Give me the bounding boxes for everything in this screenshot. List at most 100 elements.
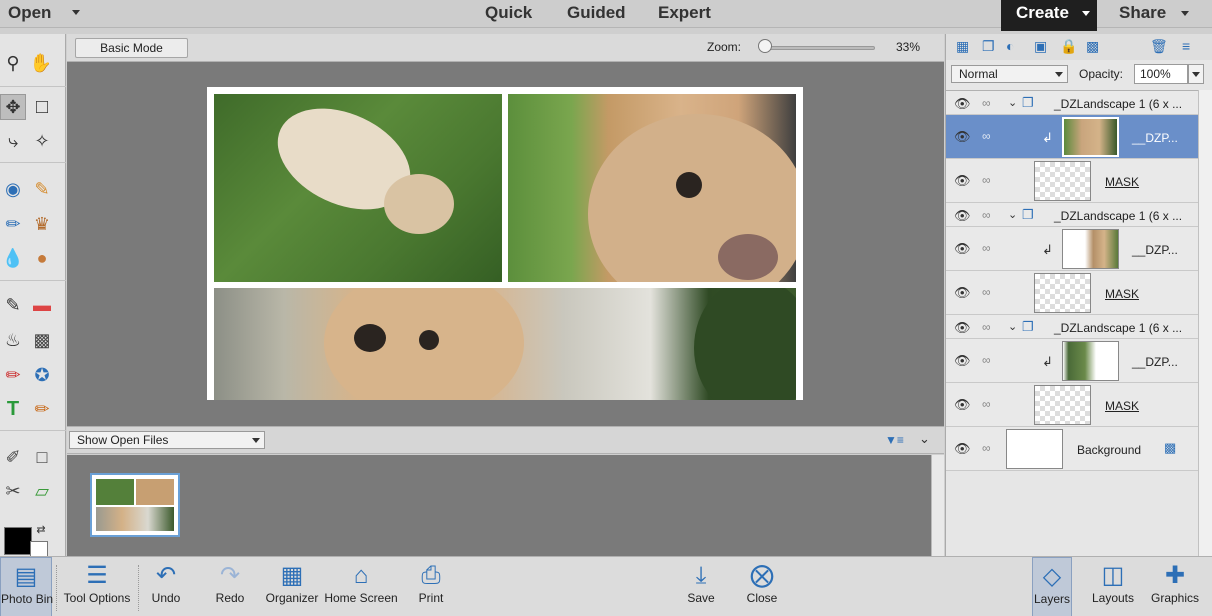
- basic-mode-button[interactable]: Basic Mode: [75, 38, 188, 58]
- save-button[interactable]: ⤓ Save: [680, 557, 722, 616]
- layer-group-row[interactable]: 👁 ∞ ⌄ ❐ _DZLandscape 1 (6 x ...: [946, 91, 1198, 115]
- layer-row[interactable]: 👁 ∞ ↲ __DZP...: [946, 227, 1198, 271]
- content-aware-move-tool-icon[interactable]: ✂: [0, 478, 26, 504]
- zoom-slider-track[interactable]: [763, 46, 875, 50]
- link-icon[interactable]: ∞: [982, 441, 991, 455]
- move-tool-icon[interactable]: ✥: [0, 94, 26, 120]
- red-eye-tool-icon[interactable]: ◉: [0, 176, 26, 202]
- blur-tool-icon[interactable]: 💧: [0, 245, 26, 271]
- document-canvas[interactable]: [207, 87, 803, 400]
- chevron-down-icon[interactable]: ⌄: [1008, 208, 1017, 221]
- canvas-area[interactable]: [67, 62, 944, 426]
- mode-expert[interactable]: Expert: [658, 3, 711, 23]
- zoom-tool-icon[interactable]: ⚲: [0, 50, 26, 76]
- crop-tool-icon[interactable]: ✐: [0, 444, 26, 470]
- paint-bucket-tool-icon[interactable]: ♨: [0, 327, 26, 353]
- add-mask-icon[interactable]: ▣: [1034, 38, 1047, 55]
- photo-dog-by-window[interactable]: [214, 288, 796, 400]
- smart-brush-tool-icon[interactable]: ✏: [0, 211, 26, 237]
- pencil-tool-icon[interactable]: ✏: [29, 396, 55, 422]
- custom-shape-tool-icon[interactable]: ✪: [29, 362, 55, 388]
- share-menu[interactable]: Share: [1119, 3, 1166, 23]
- link-icon[interactable]: ∞: [982, 241, 991, 255]
- mode-quick[interactable]: Quick: [485, 3, 532, 23]
- visibility-eye-icon[interactable]: 👁: [954, 441, 971, 457]
- photo-dog-closeup[interactable]: [508, 94, 796, 282]
- visibility-eye-icon[interactable]: 👁: [954, 241, 971, 257]
- link-icon[interactable]: ∞: [982, 208, 991, 222]
- foreground-color-swatch[interactable]: [4, 527, 32, 555]
- mode-guided[interactable]: Guided: [567, 3, 626, 23]
- photo-dog-rolling-in-grass[interactable]: [214, 94, 502, 282]
- visibility-eye-icon[interactable]: 👁: [954, 285, 971, 301]
- layouts-button[interactable]: ◫ Layouts: [1088, 557, 1138, 616]
- photo-bin-button[interactable]: ▤ Photo Bin: [0, 557, 53, 616]
- layers-scrollbar[interactable]: [1198, 90, 1212, 556]
- share-caret-icon[interactable]: [1181, 11, 1189, 16]
- link-icon[interactable]: ∞: [982, 96, 991, 110]
- gradient-tool-icon[interactable]: ▩: [29, 327, 55, 353]
- adjustment-layer-icon[interactable]: ◐: [1006, 38, 1014, 54]
- chevron-down-icon[interactable]: ⌄: [1008, 320, 1017, 333]
- link-icon[interactable]: ∞: [982, 285, 991, 299]
- opacity-input[interactable]: 100%: [1134, 64, 1188, 84]
- layer-group-row[interactable]: 👁 ∞ ⌄ ❐ _DZLandscape 1 (6 x ...: [946, 203, 1198, 227]
- recompose-tool-icon[interactable]: □: [29, 444, 55, 470]
- layer-row-background[interactable]: 👁 ∞ Background ▩: [946, 427, 1198, 471]
- blend-mode-dropdown[interactable]: Normal: [951, 65, 1068, 83]
- layers-panel-menu-icon[interactable]: ≡: [1182, 38, 1190, 54]
- create-button[interactable]: Create: [1001, 0, 1097, 31]
- lock-all-icon[interactable]: 🔒: [1060, 38, 1077, 55]
- layers-button[interactable]: ◇ Layers: [1032, 557, 1072, 616]
- show-open-files-dropdown[interactable]: Show Open Files: [69, 431, 265, 449]
- healing-brush-tool-icon[interactable]: ✎: [29, 176, 55, 202]
- open-file-thumbnail[interactable]: [90, 473, 180, 537]
- link-icon[interactable]: ∞: [982, 397, 991, 411]
- undo-button[interactable]: ↶ Undo: [146, 557, 186, 616]
- layer-row[interactable]: 👁 ∞ ↲ __DZP...: [946, 339, 1198, 383]
- photo-bin-scrollbar[interactable]: [931, 455, 944, 556]
- swap-colors-icon[interactable]: ⇄: [34, 522, 48, 536]
- link-icon[interactable]: ∞: [982, 320, 991, 334]
- print-button[interactable]: ⎙ Print: [410, 557, 452, 616]
- new-layer-icon[interactable]: ▦: [956, 38, 969, 55]
- graphics-button[interactable]: ✚ Graphics: [1148, 557, 1202, 616]
- visibility-eye-icon[interactable]: 👁: [954, 129, 971, 145]
- sponge-tool-icon[interactable]: ●: [29, 245, 55, 271]
- layer-row[interactable]: 👁 ∞ MASK: [946, 159, 1198, 203]
- eraser-tool-icon[interactable]: ▬: [29, 292, 55, 318]
- visibility-eye-icon[interactable]: 👁: [954, 397, 971, 413]
- visibility-eye-icon[interactable]: 👁: [954, 320, 971, 336]
- opacity-dropdown-button[interactable]: [1188, 64, 1204, 84]
- rectangular-marquee-tool-icon[interactable]: □: [29, 94, 55, 120]
- link-icon[interactable]: ∞: [982, 173, 991, 187]
- layer-row[interactable]: 👁 ∞ MASK: [946, 383, 1198, 427]
- collapse-bin-icon[interactable]: ⌄: [919, 431, 930, 447]
- layer-row[interactable]: 👁 ∞ MASK: [946, 271, 1198, 315]
- magic-wand-tool-icon[interactable]: ✧: [29, 128, 55, 154]
- layer-group-row[interactable]: 👁 ∞ ⌄ ❐ _DZLandscape 1 (6 x ...: [946, 315, 1198, 339]
- visibility-eye-icon[interactable]: 👁: [954, 208, 971, 224]
- type-tool-icon[interactable]: T: [0, 396, 26, 422]
- link-icon[interactable]: ∞: [982, 353, 991, 367]
- new-group-icon[interactable]: ❐: [982, 38, 995, 55]
- organizer-button[interactable]: ▦ Organizer: [262, 557, 322, 616]
- visibility-eye-icon[interactable]: 👁: [954, 173, 971, 189]
- lasso-tool-icon[interactable]: ⤷: [0, 128, 26, 154]
- visibility-eye-icon[interactable]: 👁: [954, 353, 971, 369]
- visibility-eye-icon[interactable]: 👁: [954, 96, 971, 112]
- home-screen-button[interactable]: ⌂ Home Screen: [323, 557, 399, 616]
- bin-menu-icon[interactable]: ▼≡: [885, 433, 904, 447]
- hand-tool-icon[interactable]: ✋: [28, 50, 54, 76]
- open-menu-caret-icon[interactable]: [72, 10, 80, 15]
- link-icon[interactable]: ∞: [982, 129, 991, 143]
- lock-transparent-icon[interactable]: ▩: [1086, 38, 1099, 55]
- close-button[interactable]: ⨂ Close: [740, 557, 784, 616]
- open-menu[interactable]: Open: [8, 3, 51, 23]
- chevron-down-icon[interactable]: ⌄: [1008, 96, 1017, 109]
- eyedropper-tool-icon[interactable]: ✏: [0, 362, 26, 388]
- zoom-slider-handle[interactable]: [758, 39, 772, 53]
- tool-options-button[interactable]: ☰ Tool Options: [60, 557, 134, 616]
- background-color-swatch[interactable]: [30, 541, 48, 557]
- brush-tool-icon[interactable]: ✎: [0, 292, 26, 318]
